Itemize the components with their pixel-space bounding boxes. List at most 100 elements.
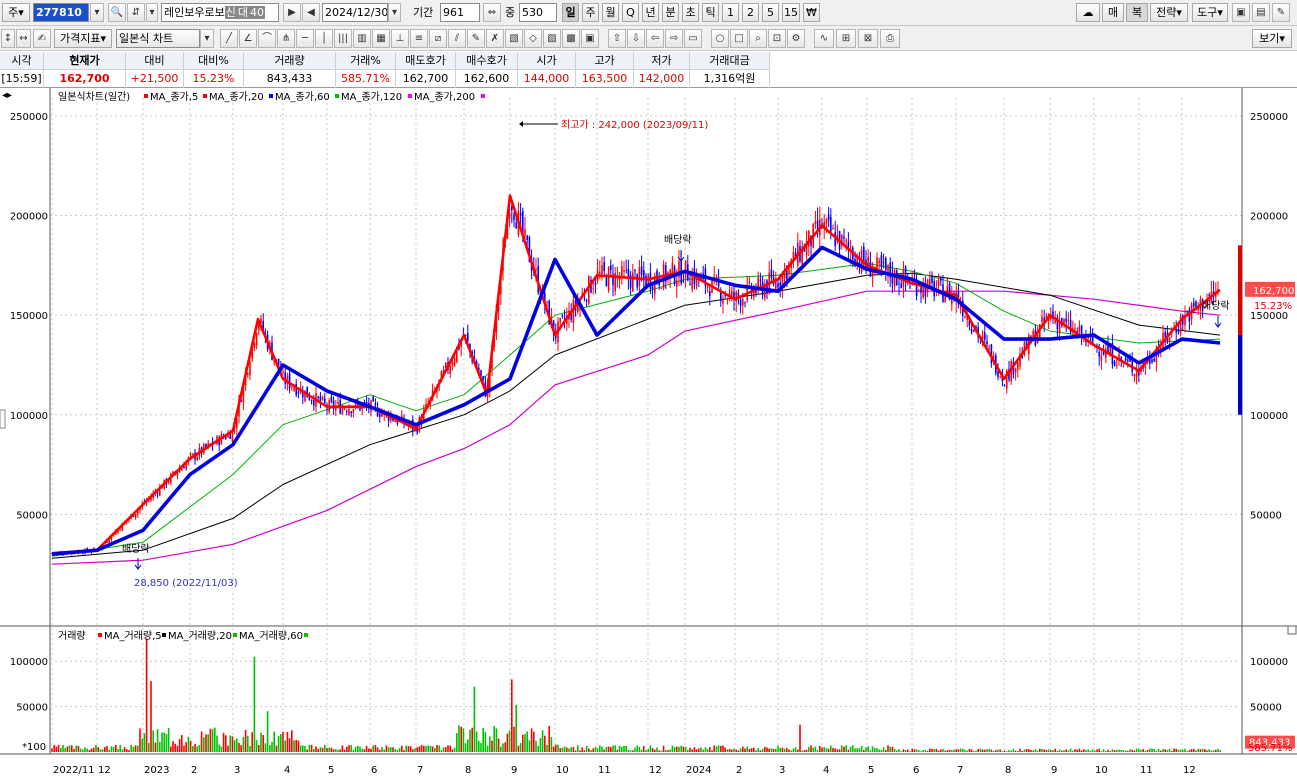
edit-icon[interactable]: ✍ <box>33 29 51 48</box>
period-lines-icon[interactable]: ||| <box>334 29 352 48</box>
period-input[interactable]: 961 <box>440 3 480 22</box>
print-icon[interactable]: ⎙ <box>880 29 900 48</box>
play-forward-icon[interactable]: ▶ <box>283 3 301 22</box>
fork-icon[interactable]: ⋔ <box>277 29 295 48</box>
timeframe-10[interactable]: 5 <box>762 3 779 22</box>
fill-icon[interactable]: ▧ <box>505 29 523 48</box>
eraser-icon[interactable]: ✗ <box>486 29 504 48</box>
arrow-up-icon[interactable]: ⇧ <box>608 29 626 48</box>
pattern2-icon[interactable]: ▩ <box>562 29 580 48</box>
arrow-leftright-icon[interactable]: ↔ <box>16 29 31 48</box>
arrow-right-icon[interactable]: ⇨ <box>665 29 683 48</box>
stock-name-field[interactable]: 레인보우로보신 대 40 <box>161 3 279 22</box>
fib-grid-icon[interactable]: ▦ <box>372 29 390 48</box>
volume-bar <box>610 746 612 752</box>
arrow-left-icon[interactable]: ⇦ <box>646 29 664 48</box>
volume-bar <box>376 747 379 752</box>
angle-line-icon[interactable]: ∠ <box>239 29 257 48</box>
volume-bar <box>456 733 458 752</box>
wrench-icon[interactable]: ✎ <box>1272 3 1290 22</box>
volume-bar <box>1109 750 1111 752</box>
quote-value-11: 1,316억원 <box>690 70 770 88</box>
zoom-fit-icon[interactable]: ⇔ <box>483 3 501 22</box>
select-icon[interactable]: ⊡ <box>768 29 786 48</box>
parallel-icon[interactable]: ⫽ <box>448 29 466 48</box>
timeframe-7[interactable]: 틱 <box>702 3 719 22</box>
timeframe-3[interactable]: Q <box>622 3 639 22</box>
text-box-icon[interactable]: ▭ <box>684 29 702 48</box>
wave-icon[interactable]: ∿ <box>814 29 834 48</box>
settings-icon[interactable]: ⚙ <box>787 29 805 48</box>
count-input[interactable]: 530 <box>519 3 557 22</box>
right-btn-0[interactable]: 매 <box>1102 3 1124 22</box>
volume-bar <box>748 749 751 752</box>
rect-icon[interactable]: □ <box>730 29 748 48</box>
strategy-label: 전략 <box>1156 6 1177 19</box>
horizontal-line-icon[interactable]: ─ <box>296 29 314 48</box>
timeframe-2[interactable]: 월 <box>602 3 619 22</box>
timeframe-4[interactable]: 년 <box>642 3 659 22</box>
panel-resize-icon[interactable]: ◂▸ <box>2 90 12 101</box>
timeframe-0[interactable]: 일 <box>562 3 579 22</box>
view-button[interactable]: 보기▾ <box>1252 29 1292 48</box>
search-icon[interactable]: 🔍 <box>108 3 126 22</box>
price-legend-swatch-1 <box>203 94 207 98</box>
candle-body <box>346 411 348 413</box>
pencil-icon[interactable]: ✎ <box>467 29 485 48</box>
volume-bar <box>363 749 366 752</box>
date-input[interactable]: 2024/12/30 <box>322 3 388 22</box>
tools-button[interactable]: 도구▾ <box>1192 3 1228 22</box>
left-scroll-handle[interactable] <box>0 409 6 429</box>
calendar-dropdown-icon[interactable]: ▾ <box>388 3 401 22</box>
channel-icon[interactable]: ≡ <box>410 29 428 48</box>
volume-bar <box>588 748 590 752</box>
timeframe-11[interactable]: 15 <box>782 3 800 22</box>
fib-icon[interactable]: ⊥ <box>391 29 409 48</box>
sort-icon[interactable]: ⇵ <box>127 3 145 22</box>
candle-body <box>845 239 847 242</box>
volume-bar <box>979 748 982 752</box>
timeframe-8[interactable]: 1 <box>722 3 739 22</box>
volume-bar <box>229 735 231 752</box>
symbol-code-input[interactable]: 277810 <box>33 3 89 22</box>
trend-line-icon[interactable]: ╱ <box>220 29 238 48</box>
close-box-icon[interactable]: ⊠ <box>858 29 878 48</box>
cloud-icon[interactable]: ☁ <box>1076 3 1100 22</box>
folder-icon[interactable]: ▣ <box>1232 3 1250 22</box>
save-icon[interactable]: ▤ <box>1252 3 1270 22</box>
arrow-down-icon[interactable]: ⇩ <box>627 29 645 48</box>
volume-bar <box>1175 748 1177 752</box>
play-back-icon[interactable]: ◀ <box>302 3 320 22</box>
pattern-icon[interactable]: ▨ <box>543 29 561 48</box>
timeframe-9[interactable]: 2 <box>742 3 759 22</box>
x-tick-17: 4 <box>823 765 829 776</box>
grid-icon[interactable]: ▥ <box>353 29 371 48</box>
layout-icon[interactable]: ⊞ <box>836 29 856 48</box>
chart-type-select[interactable]: 일본식 차트 <box>116 29 200 48</box>
timeframe-5[interactable]: 분 <box>662 3 679 22</box>
volume-bar <box>1050 750 1052 752</box>
frame-icon[interactable]: ▣ <box>581 29 599 48</box>
arrow-updown-icon[interactable]: ↕ <box>1 29 15 48</box>
volume-close-icon[interactable] <box>1287 625 1297 635</box>
candle-body <box>814 221 817 225</box>
arc-icon[interactable]: ⌒ <box>258 29 276 48</box>
circle-icon[interactable]: ○ <box>711 29 729 48</box>
timeframe-12[interactable]: ₩ <box>803 3 820 22</box>
zoom-icon[interactable]: ⌕ <box>749 29 767 48</box>
box-icon[interactable]: ⧄ <box>429 29 447 48</box>
timeframe-1[interactable]: 주 <box>582 3 599 22</box>
indicator-button[interactable]: 가격지표▾ <box>54 29 112 48</box>
sort-dropdown-icon[interactable]: ▾ <box>146 3 158 22</box>
right-btn-1[interactable]: 복 <box>1126 3 1148 22</box>
timeframe-6[interactable]: 초 <box>682 3 699 22</box>
strategy-button[interactable]: 전략▾ <box>1150 3 1188 22</box>
diamond-icon[interactable]: ◇ <box>524 29 542 48</box>
chart-area[interactable]: 250000 250000200000 200000150000 1500001000… <box>0 88 1297 776</box>
vertical-line-icon[interactable]: │ <box>315 29 333 48</box>
chart-type-dropdown-icon[interactable]: ▾ <box>200 29 214 48</box>
quote-value-5: 585.71% <box>336 70 396 88</box>
volume-bar <box>832 748 834 752</box>
market-selector[interactable]: 주▾ <box>2 3 30 22</box>
symbol-dropdown-icon[interactable]: ▾ <box>90 3 104 22</box>
